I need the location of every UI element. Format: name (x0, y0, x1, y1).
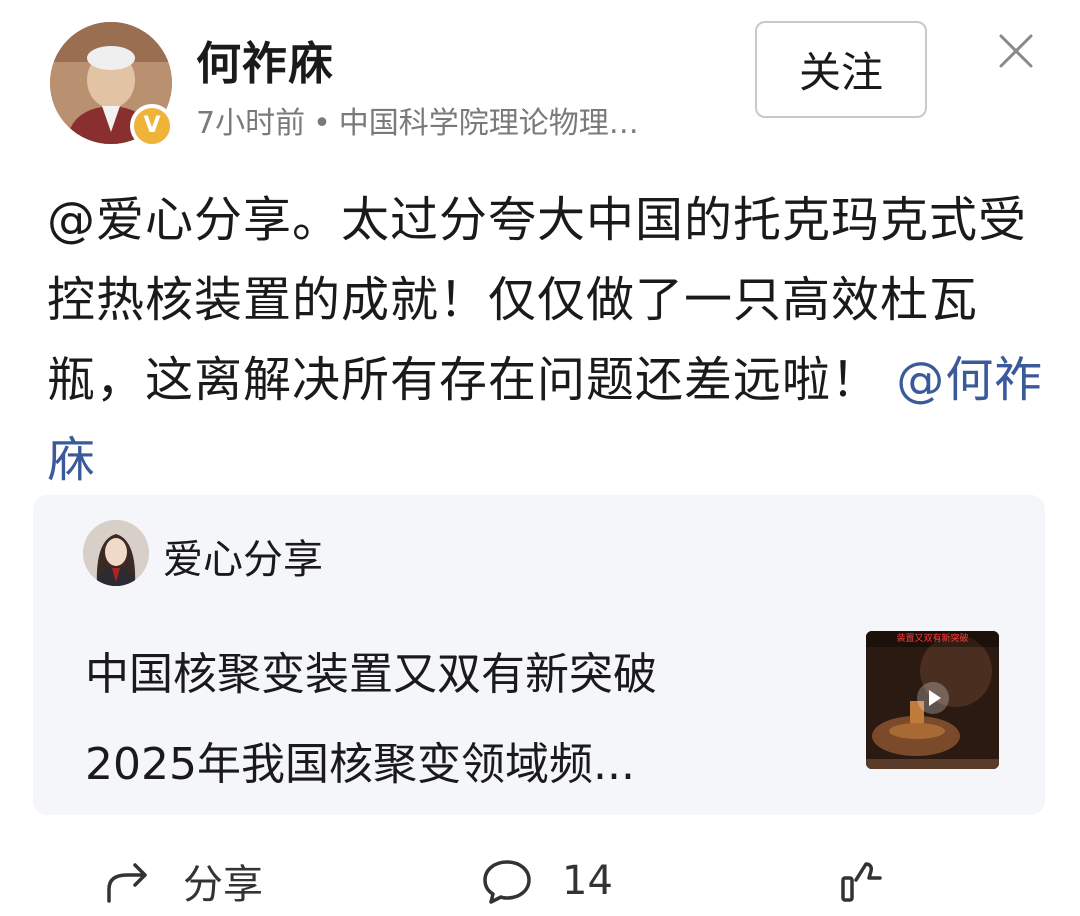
author-affiliation: 中国科学院理论物理… (338, 106, 639, 141)
quoted-title-line-1: 中国核聚变装置又双有新突破 (85, 649, 657, 700)
author-name[interactable]: 何祚庥 (196, 36, 334, 92)
share-button[interactable]: 分享 (105, 845, 263, 916)
quoted-article-title[interactable]: 中国核聚变装置又双有新突破 2025年我国核聚变领域频... (85, 630, 805, 810)
meta-separator: • (313, 106, 331, 141)
share-label: 分享 (183, 861, 263, 908)
close-icon[interactable] (995, 30, 1037, 72)
like-button[interactable] (840, 845, 884, 916)
quoted-author-avatar[interactable] (83, 520, 149, 586)
play-icon (917, 682, 949, 714)
mention-source: @爱心分享 (47, 192, 293, 248)
comment-button[interactable]: 14 (482, 845, 613, 916)
post-body: @爱心分享。太过分夸大中国的托克玛克式受控热核装置的成就！仅仅做了一只高效杜瓦瓶… (47, 180, 1047, 500)
quoted-post-card[interactable]: 爱心分享 中国核聚变装置又双有新突破 2025年我国核聚变领域频... 装置又双… (33, 495, 1045, 815)
quoted-title-line-2: 2025年我国核聚变领域频... (85, 739, 635, 790)
post-meta: 7小时前 • 中国科学院理论物理… (196, 104, 639, 144)
quoted-author-name[interactable]: 爱心分享 (163, 535, 323, 585)
comment-icon (483, 859, 531, 904)
post-time: 7小时前 (196, 106, 306, 141)
verified-badge-icon: V (130, 104, 174, 148)
thumbs-up-icon (841, 861, 882, 902)
video-thumbnail-caption: 装置又双有新突破 (866, 631, 999, 647)
action-bar: 分享 14 (0, 845, 1080, 916)
author-avatar[interactable]: V (50, 22, 174, 148)
share-icon (107, 862, 147, 903)
follow-button[interactable]: 关注 (755, 21, 927, 118)
comment-count: 14 (562, 857, 613, 904)
video-thumbnail[interactable]: 装置又双有新突破 (866, 631, 999, 769)
